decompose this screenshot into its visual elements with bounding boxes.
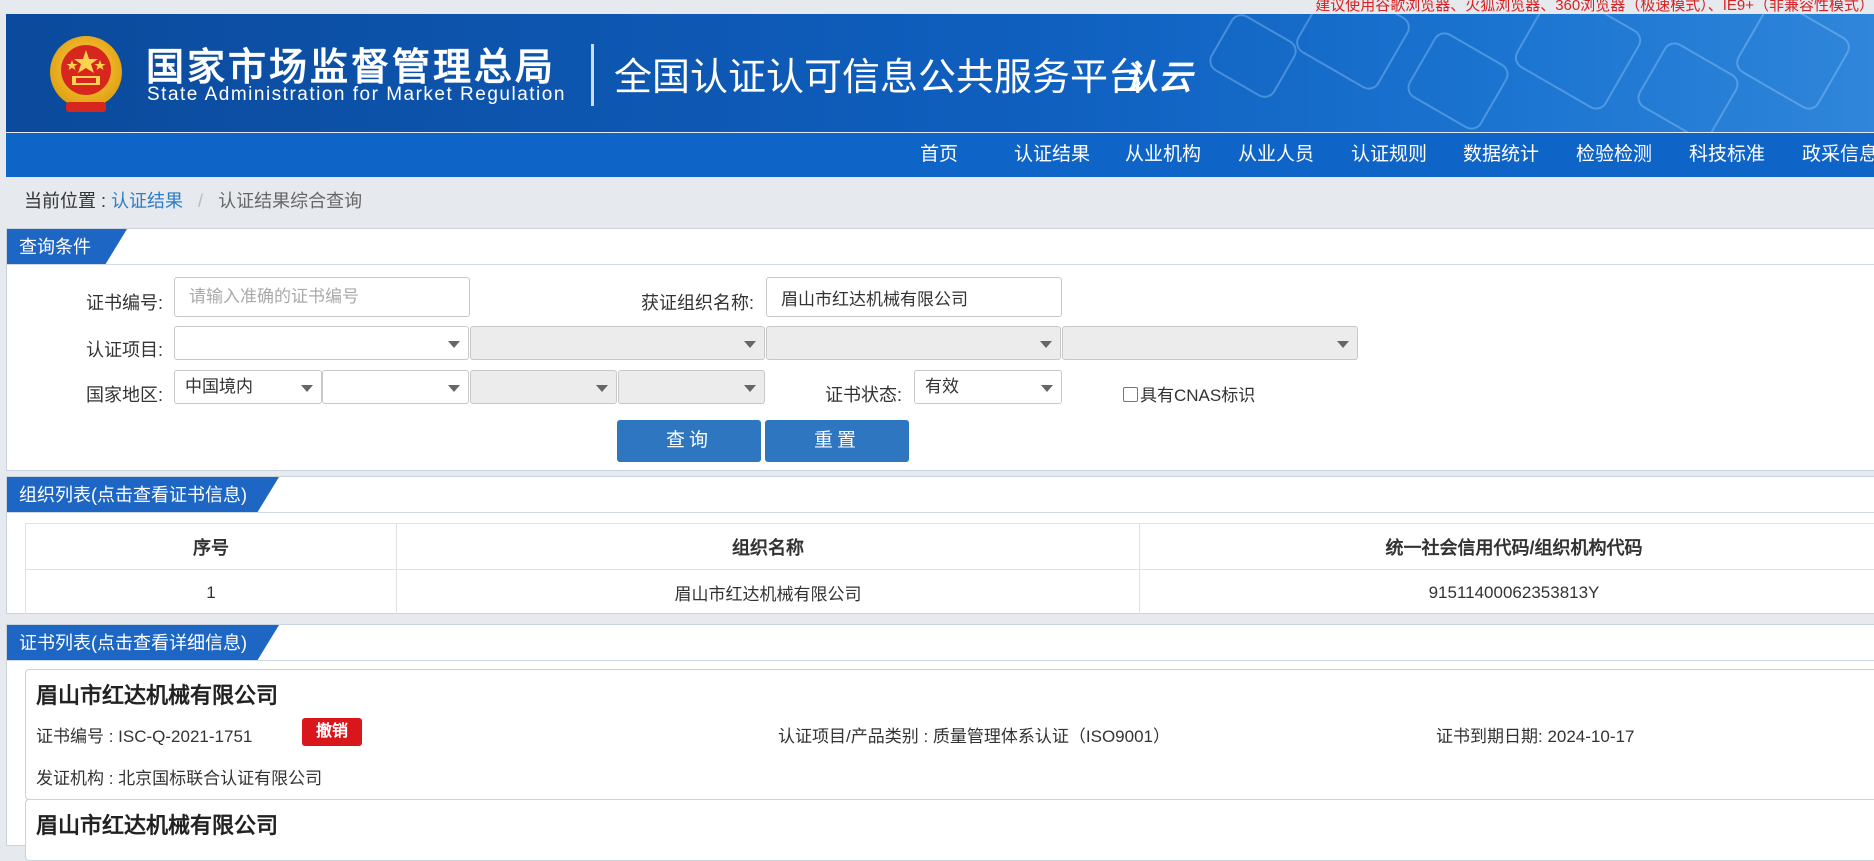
breadcrumb: 当前位置 : 认证结果 / 认证结果综合查询	[24, 187, 362, 213]
table-header-row: 序号 组织名称 统一社会信用代码/组织机构代码	[26, 524, 1874, 570]
status-label: 证书状态:	[825, 381, 902, 407]
region-label: 国家地区:	[86, 381, 163, 407]
cert-card-cert-no: 证书编号 : ISC-Q-2021-1751	[36, 722, 252, 747]
nav-item-inspection[interactable]: 检验检测	[1576, 133, 1652, 177]
chevron-down-icon	[448, 341, 460, 348]
chevron-down-icon	[1337, 341, 1349, 348]
org-table: 序号 组织名称 统一社会信用代码/组织机构代码 1 眉山市红达机械有限公司 91…	[25, 523, 1874, 615]
header-divider	[591, 44, 594, 106]
nav-item-statistics[interactable]: 数据统计	[1463, 133, 1539, 177]
header-banner: 国家市场监督管理总局 State Administration for Mark…	[6, 14, 1874, 132]
nav-item-cert-results[interactable]: 认证结果	[1014, 133, 1090, 177]
cert-no-input[interactable]	[174, 277, 470, 317]
cert-list-tab: 证书列表(点击查看详细信息)	[7, 625, 279, 661]
project-select-3[interactable]	[766, 326, 1061, 360]
nav-item-cert-rules[interactable]: 认证规则	[1351, 133, 1427, 177]
project-label: 认证项目:	[86, 336, 163, 362]
chevron-down-icon	[744, 341, 756, 348]
org-list-panel: 组织列表(点击查看证书信息) 序号 组织名称 统一社会信用代码/组织机构代码 1…	[6, 476, 1874, 614]
org-name-en: State Administration for Market Regulati…	[147, 84, 566, 106]
cert-card[interactable]: 眉山市红达机械有限公司	[25, 799, 1874, 861]
project-select-2[interactable]	[470, 326, 765, 360]
cert-card-expiry: 证书到期日期: 2024-10-17	[1436, 722, 1634, 747]
checkbox-box[interactable]	[1123, 387, 1138, 402]
search-button[interactable]: 查询	[617, 420, 761, 462]
main-nav: 首页 认证结果 从业机构 从业人员 认证规则 数据统计 检验检测 科技标准 政采…	[6, 133, 1874, 177]
status-badge: 撤销	[302, 718, 362, 746]
district-select[interactable]	[618, 370, 765, 404]
cert-card-project: 认证项目/产品类别 : 质量管理体系认证（ISO9001）	[778, 722, 1170, 747]
platform-logo: 认云	[1124, 50, 1192, 99]
status-select-value: 有效	[925, 377, 959, 396]
column-header-org-name: 组织名称	[397, 524, 1140, 570]
nav-item-home[interactable]: 首页	[920, 133, 958, 177]
nav-item-practitioners[interactable]: 从业人员	[1238, 133, 1314, 177]
breadcrumb-link-cert-results[interactable]: 认证结果	[111, 191, 183, 211]
browser-notice: 建议使用谷歌浏览器、火狐浏览器、360浏览器（极速模式）、IE9+（非兼容性模式…	[1315, 0, 1874, 15]
row-credit-code: 91511400062353813Y	[1140, 570, 1874, 616]
chevron-down-icon	[1041, 385, 1053, 392]
chevron-down-icon	[1040, 341, 1052, 348]
city-select[interactable]	[470, 370, 617, 404]
national-emblem-icon	[48, 34, 124, 116]
status-select[interactable]: 有效	[914, 370, 1062, 404]
table-row[interactable]: 1 眉山市红达机械有限公司 91511400062353813Y	[26, 570, 1874, 616]
org-name-input[interactable]	[766, 277, 1062, 317]
row-index: 1	[26, 570, 397, 616]
chevron-down-icon	[301, 385, 313, 392]
column-header-index: 序号	[26, 524, 397, 570]
chevron-down-icon	[448, 385, 460, 392]
query-panel-tab: 查询条件	[7, 229, 127, 265]
row-org-name[interactable]: 眉山市红达机械有限公司	[397, 570, 1140, 616]
cert-card-issuer: 发证机构 : 北京国标联合认证有限公司	[36, 764, 322, 789]
column-header-credit-code: 统一社会信用代码/组织机构代码	[1140, 524, 1874, 570]
cert-card-org-name[interactable]: 眉山市红达机械有限公司	[36, 678, 278, 710]
org-name-label: 获证组织名称:	[641, 289, 754, 315]
cert-list-panel: 证书列表(点击查看详细信息) 眉山市红达机械有限公司 证书编号 : ISC-Q-…	[6, 624, 1874, 846]
cert-card[interactable]: 眉山市红达机械有限公司 证书编号 : ISC-Q-2021-1751 撤销 认证…	[25, 669, 1874, 800]
project-select-1[interactable]	[174, 326, 469, 360]
org-list-tab: 组织列表(点击查看证书信息)	[7, 477, 279, 513]
nav-item-tech-standards[interactable]: 科技标准	[1689, 133, 1765, 177]
region-select[interactable]: 中国境内	[174, 370, 322, 404]
cnas-checkbox-label: 具有CNAS标识	[1140, 386, 1255, 405]
cnas-checkbox[interactable]: 具有CNAS标识	[1123, 381, 1255, 406]
reset-button[interactable]: 重置	[765, 420, 909, 462]
nav-item-procurement[interactable]: 政采信息	[1802, 133, 1874, 177]
region-select-value: 中国境内	[185, 377, 253, 396]
query-panel: 查询条件 证书编号: 获证组织名称: 认证项目: 国家地区: 中国境内 证书状态…	[6, 228, 1874, 471]
cert-no-label: 证书编号:	[86, 289, 163, 315]
breadcrumb-current: 认证结果综合查询	[218, 191, 362, 211]
cert-card-org-name[interactable]: 眉山市红达机械有限公司	[36, 808, 278, 840]
platform-title: 全国认证认可信息公共服务平台	[614, 46, 1146, 101]
org-name-cn: 国家市场监督管理总局	[146, 36, 556, 91]
chevron-down-icon	[596, 385, 608, 392]
breadcrumb-separator: /	[188, 191, 213, 211]
chevron-down-icon	[744, 385, 756, 392]
nav-item-institutions[interactable]: 从业机构	[1125, 133, 1201, 177]
province-select[interactable]	[322, 370, 469, 404]
project-select-4[interactable]	[1062, 326, 1358, 360]
breadcrumb-prefix: 当前位置 :	[24, 191, 106, 211]
